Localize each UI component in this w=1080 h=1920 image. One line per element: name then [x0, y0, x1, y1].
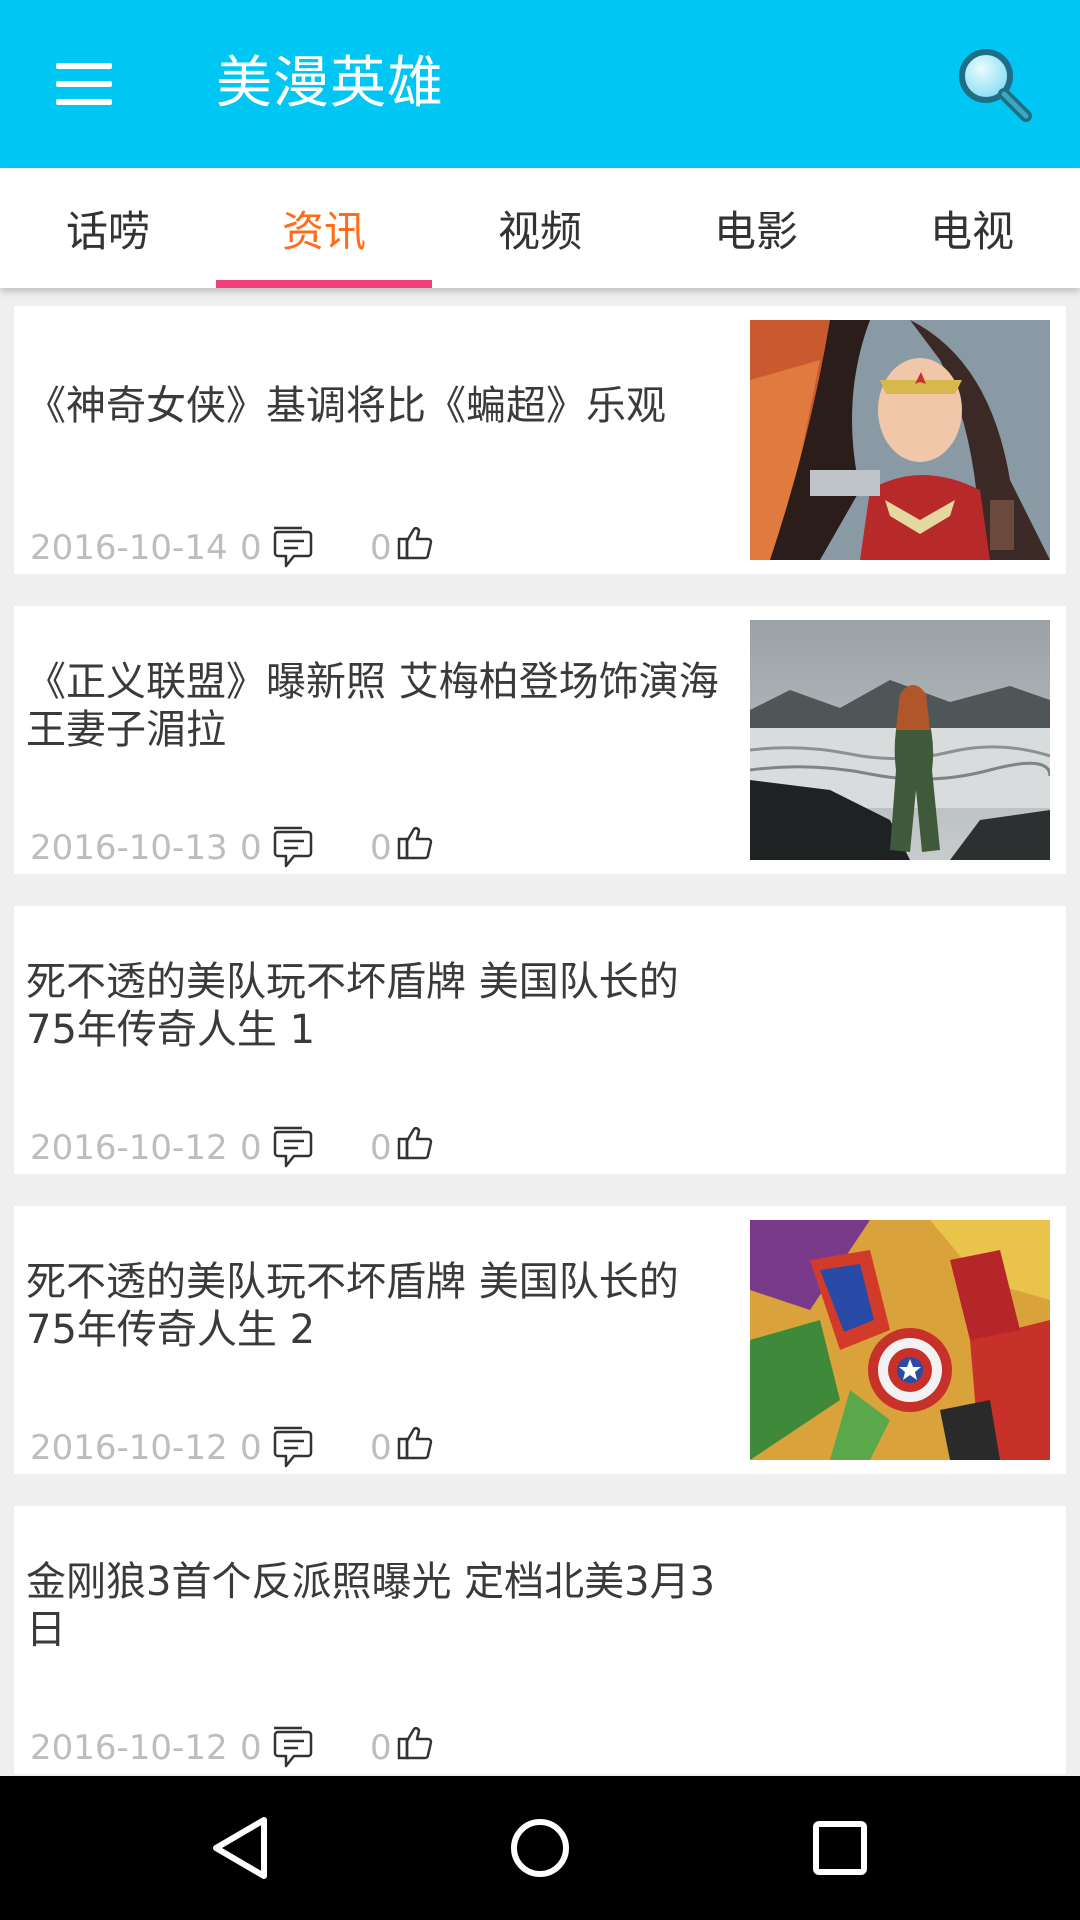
comment-icon[interactable]: [270, 524, 314, 572]
search-icon[interactable]: [950, 40, 1040, 130]
app-title: 美漫英雄: [216, 51, 444, 116]
comment-count: 0: [240, 828, 262, 868]
thumbs-up-icon[interactable]: [396, 1722, 436, 1762]
thumbs-up-icon[interactable]: [396, 1122, 436, 1162]
news-title-line: 死不透的美队玩不坏盾牌 美国队长的: [26, 1259, 679, 1305]
comment-count: 0: [240, 1428, 262, 1468]
hamburger-menu-icon[interactable]: [40, 48, 128, 120]
comment-icon[interactable]: [270, 1724, 314, 1772]
news-date: 2016-10-12: [30, 1728, 228, 1768]
tab-movies[interactable]: 电影: [648, 168, 864, 288]
news-card[interactable]: 金刚狼3首个反派照曝光 定档北美3月3 日 2016-10-12 0 0: [14, 1506, 1066, 1774]
comment-icon[interactable]: [270, 1124, 314, 1172]
news-card[interactable]: 《神奇女侠》基调将比《蝙超》乐观 2016-10-14 0 0: [14, 306, 1066, 574]
news-card[interactable]: 《正义联盟》曝新照 艾梅柏登场饰演海 王妻子湄拉 2016-10-13 0 0: [14, 606, 1066, 874]
like-count: 0: [370, 1428, 392, 1468]
category-tabs: 话唠 资讯 视频 电影 电视: [0, 168, 1080, 288]
app-bar: 美漫英雄: [0, 0, 1080, 168]
news-date: 2016-10-12: [30, 1128, 228, 1168]
tab-chat[interactable]: 话唠: [0, 168, 216, 288]
news-title-line: 金刚狼3首个反派照曝光 定档北美3月3: [26, 1559, 716, 1605]
news-title-line: 75年传奇人生 2: [26, 1307, 316, 1353]
comment-count: 0: [240, 528, 262, 568]
news-date: 2016-10-14: [30, 528, 228, 568]
thumbs-up-icon[interactable]: [396, 822, 436, 862]
news-title-line: 75年传奇人生 1: [26, 1007, 316, 1053]
recents-square-icon[interactable]: [802, 1810, 878, 1886]
tab-news[interactable]: 资讯: [216, 168, 432, 288]
news-title: 《正义联盟》曝新照 艾梅柏登场饰演海 王妻子湄拉: [26, 606, 756, 806]
news-list[interactable]: 《神奇女侠》基调将比《蝙超》乐观 2016-10-14 0 0 《正义联盟》曝新…: [0, 288, 1080, 1776]
like-count: 0: [370, 528, 392, 568]
news-card[interactable]: 死不透的美队玩不坏盾牌 美国队长的 75年传奇人生 1 2016-10-12 0…: [14, 906, 1066, 1174]
news-title-line: 《神奇女侠》基调将比《蝙超》乐观: [26, 383, 666, 429]
news-thumbnail: [750, 320, 1050, 560]
news-date: 2016-10-13: [30, 828, 228, 868]
system-navigation-bar: [0, 1776, 1080, 1920]
news-title: 死不透的美队玩不坏盾牌 美国队长的 75年传奇人生 2: [26, 1206, 756, 1406]
news-title-line: 王妻子湄拉: [26, 707, 226, 753]
news-card[interactable]: 死不透的美队玩不坏盾牌 美国队长的 75年传奇人生 2 2016-10-12 0…: [14, 1206, 1066, 1474]
comment-icon[interactable]: [270, 824, 314, 872]
news-thumbnail: [750, 620, 1050, 860]
thumbs-up-icon[interactable]: [396, 1422, 436, 1462]
news-date: 2016-10-12: [30, 1428, 228, 1468]
comment-count: 0: [240, 1128, 262, 1168]
app-root: 美漫英雄 话唠 资讯 视频 电影 电视 《神奇女侠》基调将比《蝙超》乐观 201…: [0, 0, 1080, 1920]
news-title: 死不透的美队玩不坏盾牌 美国队长的 75年传奇人生 1: [26, 906, 756, 1106]
back-triangle-icon[interactable]: [202, 1810, 278, 1886]
like-count: 0: [370, 1728, 392, 1768]
comment-icon[interactable]: [270, 1424, 314, 1472]
tab-tv[interactable]: 电视: [864, 168, 1080, 288]
tab-videos[interactable]: 视频: [432, 168, 648, 288]
thumbs-up-icon[interactable]: [396, 522, 436, 562]
like-count: 0: [370, 1128, 392, 1168]
news-title: 《神奇女侠》基调将比《蝙超》乐观: [26, 306, 756, 506]
comment-count: 0: [240, 1728, 262, 1768]
news-thumbnail: [750, 1220, 1050, 1460]
home-circle-icon[interactable]: [502, 1810, 578, 1886]
like-count: 0: [370, 828, 392, 868]
news-title-line: 《正义联盟》曝新照 艾梅柏登场饰演海: [26, 659, 719, 705]
news-title-line: 死不透的美队玩不坏盾牌 美国队长的: [26, 959, 679, 1005]
news-title-line: 日: [26, 1607, 66, 1653]
news-title: 金刚狼3首个反派照曝光 定档北美3月3 日: [26, 1506, 756, 1706]
